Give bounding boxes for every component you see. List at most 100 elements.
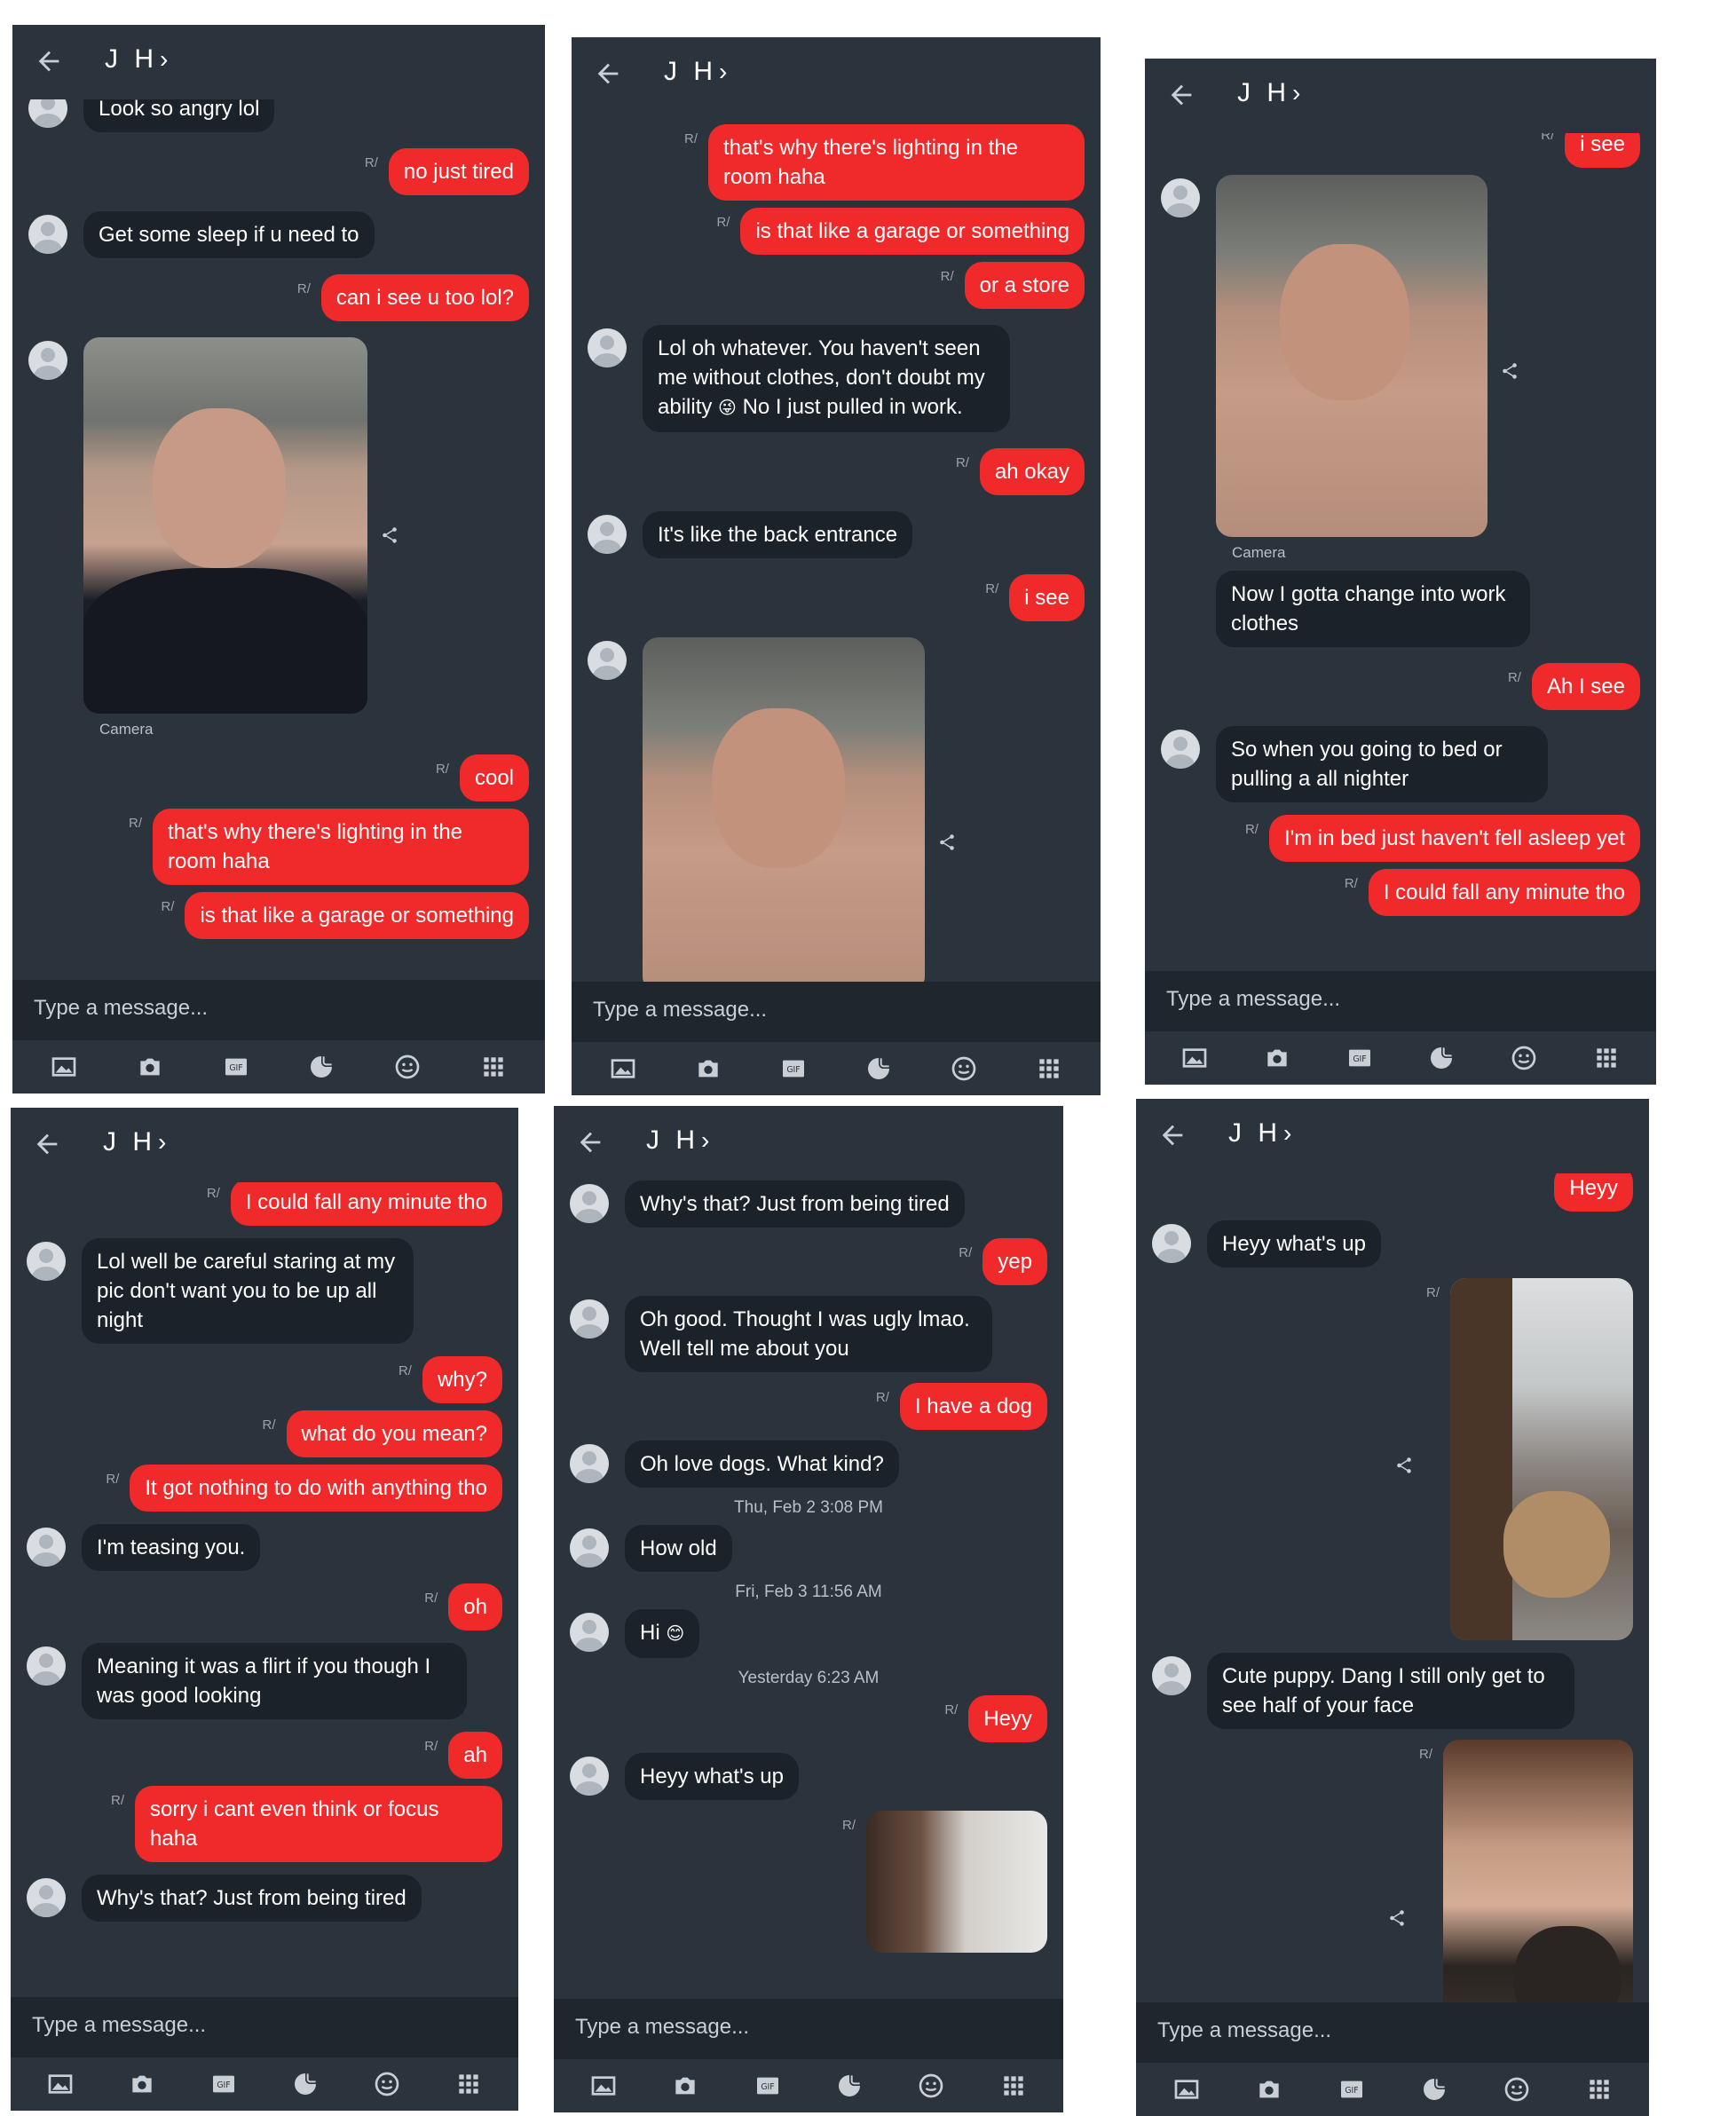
sticker-icon[interactable] bbox=[1426, 1043, 1456, 1073]
message-bubble[interactable]: Heyy bbox=[968, 1695, 1047, 1742]
message-input[interactable]: Type a message... bbox=[1157, 2018, 1331, 2043]
photo-selfie-shirtless[interactable] bbox=[643, 637, 925, 982]
message-bubble[interactable]: Why's that? Just from being tired bbox=[82, 1875, 422, 1922]
back-arrow-icon[interactable] bbox=[593, 59, 623, 89]
gallery-icon[interactable] bbox=[588, 2071, 619, 2101]
camera-icon[interactable] bbox=[1262, 1043, 1292, 1073]
gif-icon[interactable] bbox=[209, 2069, 239, 2099]
sticker-icon[interactable] bbox=[290, 2069, 320, 2099]
message-bubble[interactable]: Get some sleep if u need to bbox=[83, 211, 375, 258]
message-bubble[interactable]: why? bbox=[422, 1356, 502, 1403]
apps-grid-icon[interactable] bbox=[998, 2071, 1029, 2101]
camera-icon[interactable] bbox=[670, 2071, 700, 2101]
sticker-icon[interactable] bbox=[306, 1052, 336, 1082]
gif-icon[interactable] bbox=[221, 1052, 251, 1082]
message-bubble[interactable]: Cute puppy. Dang I still only get to see… bbox=[1207, 1653, 1574, 1729]
back-arrow-icon[interactable] bbox=[1157, 1120, 1188, 1150]
message-bubble[interactable]: Lol well be careful staring at my pic do… bbox=[82, 1238, 414, 1344]
share-icon[interactable] bbox=[1387, 1908, 1407, 1928]
message-bubble[interactable]: Now I gotta change into work clothes bbox=[1216, 571, 1530, 647]
message-bubble[interactable]: i see bbox=[1009, 574, 1085, 621]
share-icon[interactable] bbox=[1500, 361, 1519, 381]
contact-title[interactable]: J H› bbox=[646, 1125, 714, 1156]
emoji-icon[interactable] bbox=[372, 2069, 402, 2099]
message-bubble[interactable]: no just tired bbox=[388, 148, 529, 195]
apps-grid-icon[interactable] bbox=[1591, 1043, 1622, 1073]
message-bubble[interactable]: Hi 😊 bbox=[625, 1609, 700, 1658]
message-input[interactable]: Type a message... bbox=[1166, 987, 1340, 1012]
message-bubble[interactable]: Heyy what's up bbox=[625, 1753, 799, 1800]
apps-grid-icon[interactable] bbox=[1034, 1054, 1064, 1084]
photo-selfie-dark-hoodie[interactable] bbox=[83, 337, 367, 714]
message-input[interactable]: Type a message... bbox=[575, 2015, 749, 2040]
apps-grid-icon[interactable] bbox=[1584, 2074, 1614, 2104]
share-icon[interactable] bbox=[937, 833, 957, 852]
message-bubble[interactable]: Oh good. Thought I was ugly lmao. Well t… bbox=[625, 1296, 992, 1372]
message-bubble[interactable]: or a store bbox=[964, 262, 1085, 309]
message-input[interactable]: Type a message... bbox=[593, 998, 767, 1022]
message-bubble[interactable]: How old bbox=[625, 1525, 732, 1572]
message-bubble[interactable]: Heyy what's up bbox=[1207, 1220, 1381, 1267]
message-bubble[interactable]: So when you going to bed or pulling a al… bbox=[1216, 726, 1548, 802]
back-arrow-icon[interactable] bbox=[34, 46, 64, 76]
emoji-icon[interactable] bbox=[1509, 1043, 1539, 1073]
contact-title[interactable]: J H› bbox=[1228, 1118, 1296, 1149]
emoji-icon[interactable] bbox=[949, 1054, 979, 1084]
photo-girl-partial-face[interactable] bbox=[866, 1811, 1047, 1953]
message-bubble[interactable]: Oh love dogs. What kind? bbox=[625, 1441, 899, 1488]
gallery-icon[interactable] bbox=[608, 1054, 638, 1084]
message-bubble[interactable]: I'm teasing you. bbox=[82, 1524, 261, 1571]
contact-title[interactable]: J H› bbox=[1237, 78, 1305, 108]
gif-icon[interactable] bbox=[778, 1054, 809, 1084]
photo-girl-with-pug[interactable] bbox=[1450, 1278, 1633, 1640]
gif-icon[interactable] bbox=[1337, 2074, 1367, 2104]
share-icon[interactable] bbox=[380, 525, 399, 545]
message-bubble[interactable]: oh bbox=[448, 1583, 502, 1630]
message-bubble[interactable]: Meaning it was a flirt if you though I w… bbox=[82, 1643, 467, 1719]
message-bubble[interactable]: cool bbox=[459, 754, 529, 801]
emoji-icon[interactable] bbox=[392, 1052, 422, 1082]
camera-icon[interactable] bbox=[135, 1052, 165, 1082]
gallery-icon[interactable] bbox=[45, 2069, 75, 2099]
contact-title[interactable]: J H› bbox=[664, 57, 731, 87]
message-bubble[interactable]: It's like the back entrance bbox=[643, 511, 913, 558]
sticker-icon[interactable] bbox=[864, 1054, 894, 1084]
apps-grid-icon[interactable] bbox=[478, 1052, 509, 1082]
message-bubble[interactable]: sorry i cant even think or focus haha bbox=[135, 1786, 502, 1862]
back-arrow-icon[interactable] bbox=[575, 1127, 605, 1157]
message-bubble[interactable]: It got nothing to do with anything tho bbox=[130, 1465, 502, 1512]
message-bubble[interactable]: is that like a garage or something bbox=[185, 892, 529, 939]
camera-icon[interactable] bbox=[693, 1054, 723, 1084]
gallery-icon[interactable] bbox=[1172, 2074, 1202, 2104]
sticker-icon[interactable] bbox=[834, 2071, 864, 2101]
camera-icon[interactable] bbox=[127, 2069, 157, 2099]
message-bubble[interactable]: what do you mean? bbox=[286, 1410, 502, 1457]
gallery-icon[interactable] bbox=[49, 1052, 79, 1082]
back-arrow-icon[interactable] bbox=[32, 1129, 62, 1159]
emoji-icon[interactable] bbox=[1502, 2074, 1532, 2104]
contact-title[interactable]: J H› bbox=[105, 44, 172, 75]
back-arrow-icon[interactable] bbox=[1166, 80, 1196, 110]
photo-selfie-shirtless[interactable] bbox=[1216, 175, 1487, 537]
apps-grid-icon[interactable] bbox=[454, 2069, 484, 2099]
message-input[interactable]: Type a message... bbox=[34, 996, 208, 1021]
message-bubble[interactable]: yep bbox=[982, 1238, 1047, 1285]
gallery-icon[interactable] bbox=[1180, 1043, 1210, 1073]
photo-girl-smiling-pug[interactable] bbox=[1443, 1740, 1633, 2002]
message-input[interactable]: Type a message... bbox=[32, 2013, 206, 2038]
message-bubble[interactable]: that's why there's lighting in the room … bbox=[708, 124, 1085, 201]
message-bubble[interactable]: Lol oh whatever. You haven't seen me wit… bbox=[643, 325, 1010, 432]
share-icon[interactable] bbox=[1394, 1456, 1414, 1475]
message-bubble[interactable]: I have a dog bbox=[899, 1383, 1047, 1430]
camera-icon[interactable] bbox=[1254, 2074, 1284, 2104]
gif-icon[interactable] bbox=[753, 2071, 783, 2101]
gif-icon[interactable] bbox=[1345, 1043, 1375, 1073]
message-bubble[interactable]: I'm in bed just haven't fell asleep yet bbox=[1268, 815, 1640, 862]
message-bubble[interactable]: I could fall any minute tho bbox=[1368, 869, 1640, 916]
message-bubble[interactable]: can i see u too lol? bbox=[320, 274, 529, 321]
message-bubble[interactable]: Ah I see bbox=[1531, 663, 1640, 710]
message-bubble[interactable]: ah okay bbox=[979, 448, 1085, 495]
message-bubble[interactable]: Why's that? Just from being tired bbox=[625, 1180, 965, 1228]
emoji-icon[interactable] bbox=[916, 2071, 946, 2101]
message-bubble[interactable]: that's why there's lighting in the room … bbox=[153, 809, 529, 885]
